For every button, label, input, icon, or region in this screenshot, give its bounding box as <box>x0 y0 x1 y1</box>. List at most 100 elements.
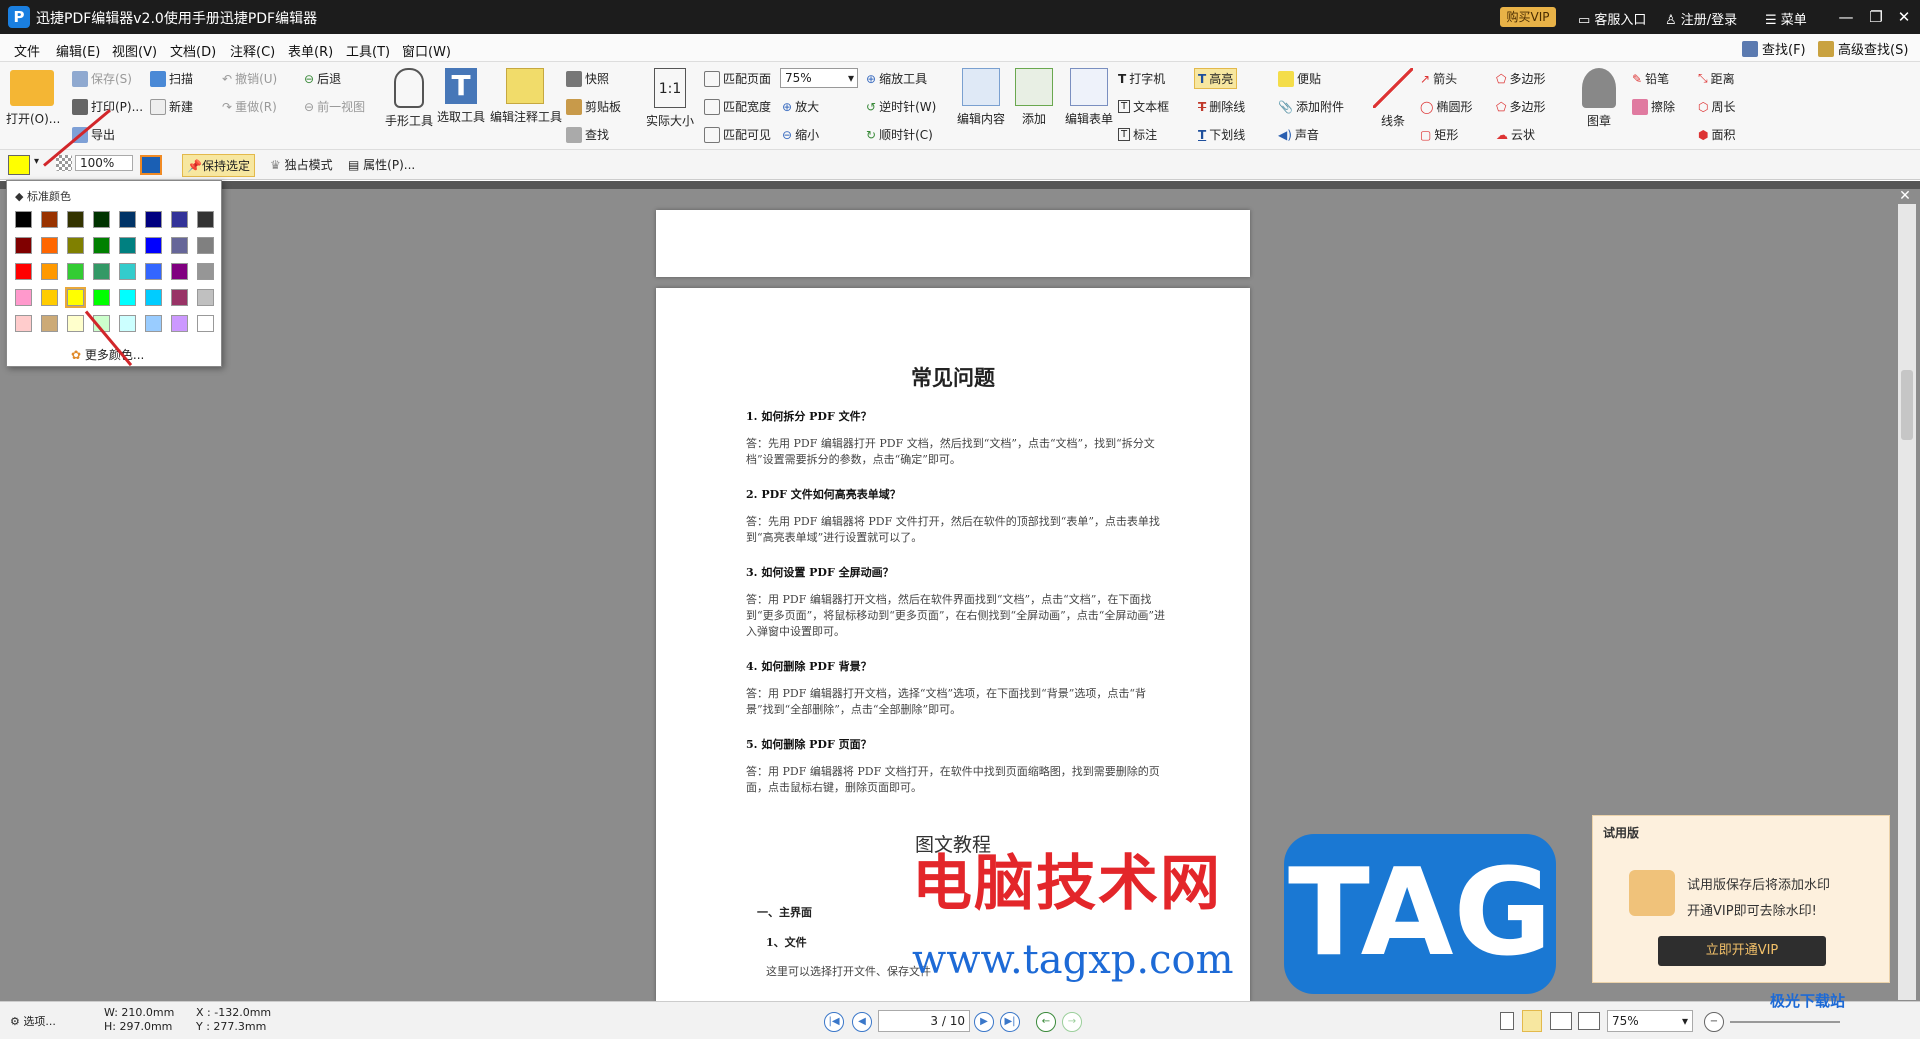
customer-service-link[interactable]: ▭ 客服入口 <box>1578 9 1646 28</box>
color-swatch[interactable] <box>171 211 188 228</box>
stamp-button[interactable]: 图章 <box>1576 68 1622 129</box>
line-button[interactable]: 线条 <box>1370 68 1416 129</box>
menu-view[interactable]: 视图(V) <box>112 41 157 60</box>
menu-window[interactable]: 窗口(W) <box>402 41 451 60</box>
area-button[interactable]: ⬢ 面积 <box>1698 126 1736 143</box>
color-swatch[interactable] <box>93 211 110 228</box>
color-swatch[interactable] <box>119 237 136 254</box>
arrow-button[interactable]: ↗ 箭头 <box>1420 70 1457 87</box>
edit-content-button[interactable]: 编辑内容 <box>954 68 1008 127</box>
color-swatch[interactable] <box>15 237 32 254</box>
zoom-select[interactable]: 75% ▾ <box>780 68 858 88</box>
login-link[interactable]: ♙ 注册/登录 <box>1665 9 1737 28</box>
menu-tools[interactable]: 工具(T) <box>346 41 390 60</box>
callout-button[interactable]: T 标注 <box>1118 126 1157 143</box>
zoom-out-button[interactable]: ⊖ 缩小 <box>782 126 819 143</box>
pencil-button[interactable]: ✎ 铅笔 <box>1632 70 1669 87</box>
rotate-ccw-button[interactable]: ↺ 逆时针(W) <box>866 98 936 115</box>
color-swatch[interactable] <box>119 263 136 280</box>
color-swatch[interactable] <box>15 315 32 332</box>
close-window-button[interactable]: ✕ <box>1884 0 1920 34</box>
color-swatch[interactable] <box>171 289 188 306</box>
main-menu-button[interactable]: ☰ 菜单 <box>1765 9 1807 28</box>
color-swatch[interactable] <box>119 289 136 306</box>
options-button[interactable]: ⚙ 选项... <box>10 1013 56 1029</box>
continuous-facing-view-icon[interactable] <box>1578 1012 1600 1030</box>
snapshot-button[interactable]: 快照 <box>566 70 609 87</box>
polyline-button[interactable]: ⬠ 多边形 <box>1496 98 1545 115</box>
polygon-button[interactable]: ⬠ 多边形 <box>1496 70 1545 87</box>
attach-file-button[interactable]: 📎 添加附件 <box>1278 98 1344 115</box>
exclusive-mode-button[interactable]: ♛ 独占模式 <box>270 156 333 173</box>
color-swatch[interactable] <box>15 289 32 306</box>
fit-width-button[interactable]: 匹配宽度 <box>704 98 771 115</box>
single-page-view-icon[interactable] <box>1500 1012 1514 1030</box>
next-page-icon[interactable]: ▶ <box>974 1012 994 1032</box>
highlight-button[interactable]: T 高亮 <box>1194 68 1238 89</box>
color-swatch[interactable] <box>145 289 162 306</box>
color-picker-button[interactable] <box>8 155 30 175</box>
sticky-note-button[interactable]: 便贴 <box>1278 70 1321 87</box>
menu-comment[interactable]: 注释(C) <box>230 41 275 60</box>
color-swatch[interactable] <box>145 315 162 332</box>
eraser-button[interactable]: 擦除 <box>1632 98 1675 115</box>
typewriter-button[interactable]: T 打字机 <box>1118 70 1165 87</box>
color-swatch[interactable] <box>145 211 162 228</box>
color-swatch[interactable] <box>145 237 162 254</box>
opacity-select[interactable]: 100% <box>56 155 133 171</box>
color-swatch[interactable] <box>67 237 84 254</box>
color-swatch[interactable] <box>171 237 188 254</box>
rotate-cw-button[interactable]: ↻ 顺时针(C) <box>866 126 933 143</box>
previous-page-icon[interactable]: ◀ <box>852 1012 872 1032</box>
zoom-in-button[interactable]: ⊕ 放大 <box>782 98 819 115</box>
border-color-button[interactable] <box>140 155 162 175</box>
color-swatch[interactable] <box>41 263 58 280</box>
menu-form[interactable]: 表单(R) <box>288 41 333 60</box>
textbox-button[interactable]: T 文本框 <box>1118 98 1169 115</box>
fit-page-button[interactable]: 匹配页面 <box>704 70 771 87</box>
color-swatch[interactable] <box>93 263 110 280</box>
facing-view-icon[interactable] <box>1550 1012 1572 1030</box>
new-button[interactable]: 新建 <box>150 98 193 115</box>
color-swatch[interactable] <box>41 237 58 254</box>
add-button[interactable]: 添加 <box>1010 68 1058 127</box>
color-swatch[interactable] <box>197 289 214 306</box>
clipboard-button[interactable]: 剪贴板 <box>566 98 621 115</box>
zoom-slider[interactable] <box>1730 1021 1840 1023</box>
go-forward-icon[interactable]: → <box>1062 1012 1082 1032</box>
underline-button[interactable]: T 下划线 <box>1198 126 1245 143</box>
color-swatch[interactable] <box>93 237 110 254</box>
status-zoom-select[interactable]: 75% ▾ <box>1607 1010 1693 1032</box>
color-swatch[interactable] <box>197 315 214 332</box>
color-swatch[interactable] <box>15 263 32 280</box>
menu-document[interactable]: 文档(D) <box>170 41 216 60</box>
vertical-scrollbar[interactable] <box>1898 204 1916 1000</box>
strikeout-button[interactable]: T 删除线 <box>1198 98 1245 115</box>
zoom-tool-button[interactable]: ⊕ 缩放工具 <box>866 70 927 87</box>
color-swatch[interactable] <box>67 263 84 280</box>
continuous-view-icon[interactable] <box>1522 1010 1542 1032</box>
page-number-input[interactable]: 3 / 10 <box>878 1010 970 1032</box>
buy-vip-button[interactable]: 购买VIP <box>1500 7 1556 27</box>
color-swatch[interactable] <box>171 263 188 280</box>
color-swatch[interactable] <box>67 211 84 228</box>
color-swatch[interactable] <box>171 315 188 332</box>
properties-button[interactable]: ▤ 属性(P)... <box>348 156 415 173</box>
fit-visible-button[interactable]: 匹配可见 <box>704 126 771 143</box>
color-swatch[interactable] <box>41 289 58 306</box>
color-swatch[interactable] <box>197 263 214 280</box>
edit-form-button[interactable]: 编辑表单 <box>1062 68 1116 127</box>
color-swatch[interactable] <box>41 211 58 228</box>
more-colors-button[interactable]: ✿ 更多颜色... <box>71 346 144 363</box>
undo-button[interactable]: ↶ 撤销(U) <box>222 70 277 87</box>
distance-button[interactable]: ⤡ 距离 <box>1698 70 1735 87</box>
select-tool-button[interactable]: T 选取工具 <box>436 68 486 125</box>
scan-button[interactable]: 扫描 <box>150 70 193 87</box>
advanced-find-button[interactable]: 高级查找(S) <box>1818 39 1908 58</box>
redo-button[interactable]: ↷ 重做(R) <box>222 98 277 115</box>
color-swatch[interactable] <box>145 263 162 280</box>
back-button[interactable]: ⊖ 后退 <box>304 70 341 87</box>
last-page-icon[interactable]: ▶| <box>1000 1012 1020 1032</box>
first-page-icon[interactable]: |◀ <box>824 1012 844 1032</box>
perimeter-button[interactable]: ⬡ 周长 <box>1698 98 1736 115</box>
